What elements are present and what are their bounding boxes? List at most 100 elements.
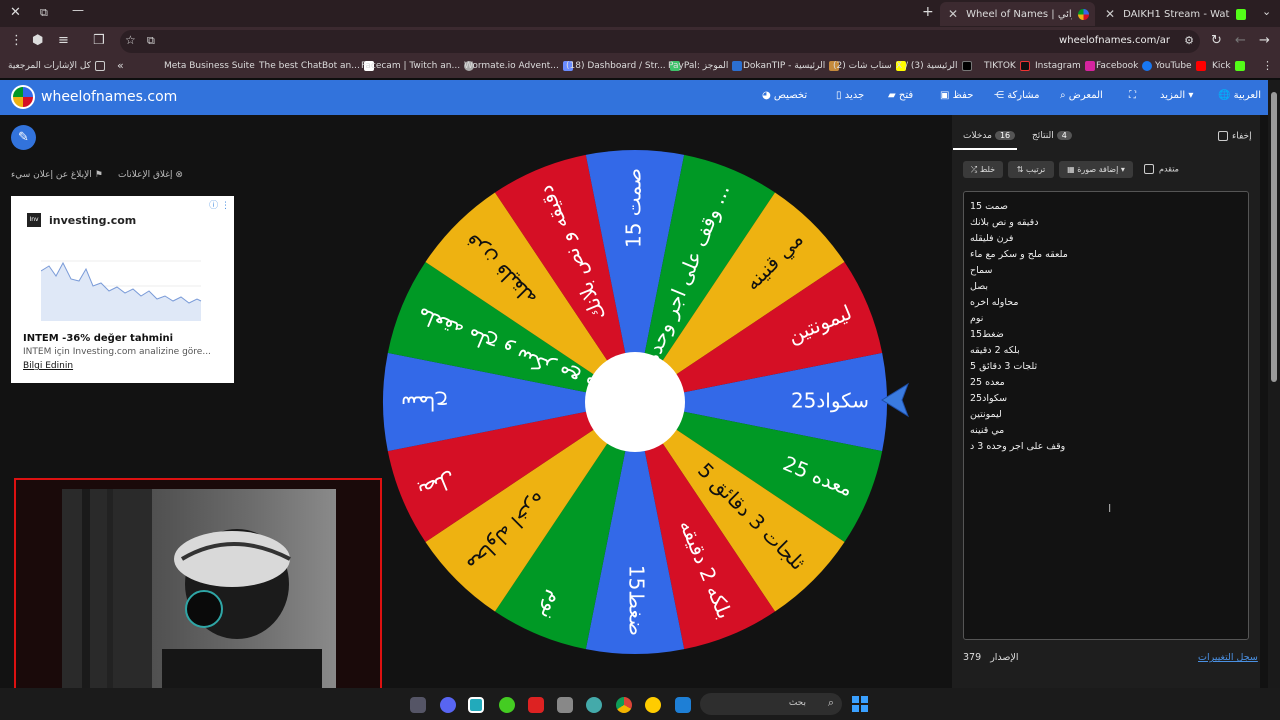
- share-icon: ⋲: [994, 90, 1004, 101]
- menu-new[interactable]: ▯ جديد: [836, 90, 864, 101]
- bookmark-kick[interactable]: Kick: [1212, 61, 1245, 71]
- restore-window-icon[interactable]: ⧉: [40, 6, 48, 20]
- kick-favicon-icon: [1235, 8, 1246, 20]
- taskbar-shield-icon[interactable]: [675, 697, 691, 713]
- instagram-icon: [1084, 61, 1095, 71]
- entry-line: سماح: [970, 265, 993, 276]
- discord-icon[interactable]: [440, 697, 456, 713]
- site-settings-icon[interactable]: ⚙: [1184, 34, 1194, 47]
- brand-name[interactable]: wheelofnames.com: [41, 89, 177, 105]
- entries-textarea[interactable]: صمت 15 دقيقه و نص بلانك فرن فليقله ملعقه مل…: [963, 191, 1249, 640]
- file-icon: ▯: [836, 90, 842, 101]
- search-icon: ⌕: [827, 696, 834, 709]
- tab-entries[interactable]: مدخلات 16: [963, 131, 1018, 141]
- extensions-puzzle-icon[interactable]: ❒: [93, 33, 105, 48]
- bookmark-wormate[interactable]: Wormate.io Advent...: [464, 61, 573, 71]
- bookmark-dashboard[interactable]: (18) Dashboard / Str...: [566, 61, 680, 71]
- close-tab-icon[interactable]: ✕: [1105, 7, 1115, 21]
- bookmark-tiktok[interactable]: TIKTOK: [984, 61, 1030, 71]
- wheel-segment-label: صمت 15: [622, 168, 646, 248]
- taskbar-yellow-app-icon[interactable]: [645, 697, 661, 713]
- report-ad-link[interactable]: الإبلاغ عن إعلان سيء ⚑: [11, 170, 103, 180]
- taskbar-red-app-icon[interactable]: [528, 697, 544, 713]
- sort-icon: ⇅: [1016, 165, 1024, 174]
- wheel-favicon-icon: [1078, 8, 1089, 20]
- translate-icon[interactable]: ⧉: [147, 34, 155, 48]
- ad-info-icon[interactable]: ⓘ ⋮: [209, 198, 230, 211]
- taskbar-search[interactable]: بحث ⌕: [700, 693, 842, 715]
- tab-search-icon[interactable]: ⌄: [1262, 5, 1271, 18]
- ad-subtext: INTEM için Investing.com analizine göre.…: [23, 347, 211, 357]
- add-image-button[interactable]: ▦ إضافة صورة ▾: [1059, 161, 1133, 178]
- menu-more[interactable]: المزيد ▾: [1160, 90, 1193, 101]
- streamer-silhouette: [62, 489, 322, 695]
- menu-language[interactable]: 🌐 العربية: [1218, 90, 1261, 101]
- chrome-icon[interactable]: [616, 697, 632, 713]
- ad-card[interactable]: Inv investing.com ⓘ ⋮ INTEM -36% değer t…: [11, 196, 234, 383]
- image-icon: ▦: [1067, 165, 1075, 174]
- bookmark-facecam[interactable]: Facecam | Twitch an...: [361, 61, 475, 71]
- media-controls-icon[interactable]: ≡: [58, 33, 69, 48]
- address-bar[interactable]: ☆ ⧉ wheelofnames.com/ar ⚙: [120, 30, 1200, 53]
- fullscreen-button[interactable]: ⛶: [1129, 90, 1136, 101]
- bookmark-star-icon[interactable]: ☆: [125, 33, 136, 47]
- bookmark-meta[interactable]: Meta Business Suite: [164, 61, 255, 71]
- wheel-segment-label: سماح: [401, 392, 448, 416]
- bookmarks-overflow-icon[interactable]: «: [117, 59, 124, 72]
- text-cursor-icon: I: [1108, 502, 1112, 515]
- shuffle-button[interactable]: ⤮ خلط: [963, 161, 1003, 178]
- bookmark-snapchat[interactable]: (2) سناب شات: [833, 61, 906, 71]
- bookmark-dokantip[interactable]: DokanTIP - الرئيسية: [743, 61, 840, 71]
- tab-daikh1-stream[interactable]: ✕ DAIKH1 Stream - Watch Live on: [1097, 2, 1252, 26]
- menu-dots-icon[interactable]: ⋮: [10, 33, 23, 48]
- bookmark-paypal[interactable]: PayPal: الموجز: [668, 61, 743, 71]
- bookmark-instagram[interactable]: Instagram: [1035, 61, 1095, 71]
- wheel-logo-icon[interactable]: [11, 85, 35, 109]
- close-ads-button[interactable]: إغلاق الإعلانات ⊗: [118, 170, 183, 180]
- bookmark-chatbot[interactable]: The best ChatBot an...: [259, 61, 374, 71]
- close-tab-icon[interactable]: ✕: [948, 7, 958, 21]
- bookmark-all[interactable]: كل الإشارات المرجعية: [8, 61, 105, 71]
- advanced-checkbox[interactable]: [1144, 164, 1154, 174]
- bookmark-youtube[interactable]: YouTube: [1155, 61, 1206, 71]
- reload-icon[interactable]: ↻: [1211, 33, 1222, 48]
- menu-save[interactable]: ▣ حفظ: [940, 90, 973, 101]
- minimize-window-icon[interactable]: —: [72, 3, 84, 17]
- menu-share[interactable]: ⋲ مشاركة: [994, 90, 1039, 101]
- name-wheel[interactable]: سكواد25معده 25ثلجات 3 دقائق 5بلكه 2 دقيق…: [380, 147, 890, 657]
- save-icon: ▣: [940, 90, 950, 101]
- entry-line: ملعقه ملح و سكر مع ماء: [970, 249, 1068, 260]
- ad-cta-link[interactable]: Bilgi Edinin: [23, 361, 73, 371]
- close-window-icon[interactable]: ✕: [10, 5, 21, 20]
- hide-toggle[interactable]: إخفاء: [1218, 131, 1252, 142]
- wheel-center-hub[interactable]: [585, 352, 685, 452]
- taskbar-app-icon[interactable]: [410, 697, 426, 713]
- changelog-link[interactable]: سجل التغييرات: [1198, 652, 1258, 663]
- ad-site-name: investing.com: [49, 214, 137, 227]
- menu-customize[interactable]: ◕ تخصيص: [762, 90, 807, 101]
- tab-wheel-of-names[interactable]: ✕ Wheel of Names | اسم العشوائي: [940, 2, 1095, 26]
- forward-icon[interactable]: ←: [1235, 33, 1246, 48]
- entries-count-badge: 16: [994, 131, 1016, 140]
- windows-start-icon[interactable]: [852, 696, 868, 712]
- advanced-toggle[interactable]: متقدم: [1144, 164, 1179, 174]
- bookmark-x[interactable]: X / (3) الرئيسية: [896, 61, 972, 71]
- sort-button[interactable]: ⇅ ترتيب: [1008, 161, 1054, 178]
- taskbar-app-active-icon[interactable]: [468, 697, 484, 713]
- new-tab-button[interactable]: +: [922, 4, 934, 20]
- edit-button[interactable]: ✎: [11, 125, 36, 150]
- extension-icon[interactable]: ⬢: [32, 33, 43, 48]
- page-scrollbar-thumb[interactable]: [1271, 92, 1277, 382]
- bookmarks-more-icon[interactable]: ⋮: [1262, 59, 1273, 72]
- taskbar-game-icon[interactable]: [499, 697, 515, 713]
- hide-checkbox[interactable]: [1218, 131, 1228, 141]
- folder-icon: [94, 61, 105, 71]
- back-icon[interactable]: →: [1259, 33, 1270, 48]
- bookmark-facebook[interactable]: Facebook: [1096, 61, 1153, 71]
- tab-results[interactable]: النتائج 4: [1032, 131, 1075, 141]
- menu-gallery[interactable]: ⌕ المعرض: [1060, 90, 1103, 101]
- taskbar-grid-app-icon[interactable]: [557, 697, 573, 713]
- wheel-segment-label: ضغط15: [625, 565, 649, 636]
- menu-open[interactable]: ▰ فتح: [888, 90, 913, 101]
- taskbar-obs-icon[interactable]: [586, 697, 602, 713]
